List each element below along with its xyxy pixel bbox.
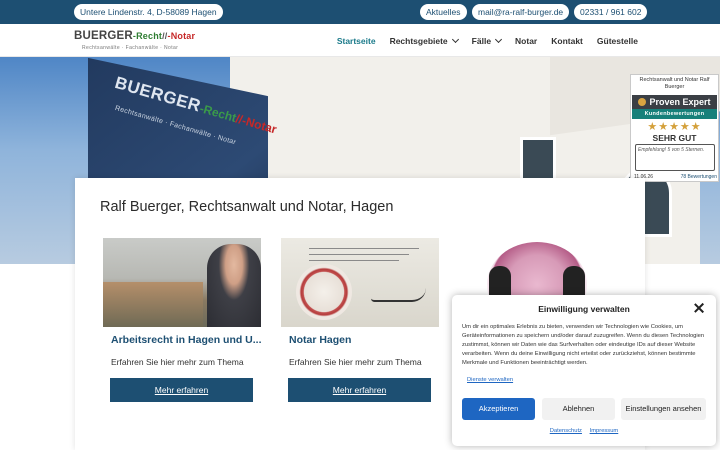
nav-item-faelle[interactable]: Fälle bbox=[472, 35, 503, 46]
address-link[interactable]: Untere Lindenstr. 4, D-58089 Hagen bbox=[74, 4, 223, 20]
chevron-down-icon bbox=[495, 35, 503, 43]
accept-button[interactable]: Akzeptieren bbox=[462, 398, 535, 420]
widget-title: Rechtsanwalt und Notar Ralf Buerger bbox=[639, 77, 710, 90]
more-button[interactable]: Mehr erfahren bbox=[288, 378, 431, 402]
tile-arbeitsrecht: Arbeitsrecht in Hagen und U... Erfahren … bbox=[103, 238, 261, 402]
proven-expert-widget[interactable]: Rechtsanwalt und Notar Ralf Buerger Prov… bbox=[630, 74, 719, 182]
page-title: Ralf Buerger, Rechtsanwalt und Notar, Ha… bbox=[100, 199, 394, 215]
nav-item-notar[interactable]: Notar bbox=[515, 36, 537, 46]
site-header: BUERGER-Recht//-Notar Rechtsanwälte · Fa… bbox=[0, 24, 720, 57]
review-quote: Empfehlung! 5 von 5 Sternen. bbox=[635, 144, 715, 171]
privacy-link[interactable]: Datenschutz bbox=[550, 428, 582, 434]
manage-services-link[interactable]: Dienste verwalten bbox=[467, 377, 513, 383]
nav-item-guetestelle[interactable]: Gütestelle bbox=[597, 36, 638, 46]
nav-item-kontakt[interactable]: Kontakt bbox=[551, 36, 583, 46]
star-rating-icon: ★★★★★ bbox=[647, 121, 702, 133]
rating-grade: SEHR GUT bbox=[652, 133, 697, 143]
review-count-link[interactable]: 78 Bewertungen bbox=[681, 174, 717, 180]
deny-button[interactable]: Ablehnen bbox=[542, 398, 615, 420]
dialog-text: Um dir ein optimales Erlebnis zu bieten,… bbox=[462, 324, 705, 366]
proven-expert-logo-icon bbox=[638, 98, 647, 106]
tile-text: Erfahren Sie hier mehr zum Thema bbox=[111, 357, 244, 367]
notary-seal-icon bbox=[296, 264, 352, 320]
more-button[interactable]: Mehr erfahren bbox=[110, 378, 253, 402]
widget-subtitle: Kundenbewertungen bbox=[632, 109, 717, 119]
nav-item-startseite[interactable]: Startseite bbox=[337, 36, 376, 46]
tile-heading[interactable]: Arbeitsrecht in Hagen und U... bbox=[103, 333, 261, 347]
logo-wordmark: BUERGER-Recht//-Notar bbox=[74, 30, 196, 42]
widget-brand: Proven Expert bbox=[632, 95, 717, 109]
dialog-footer: Datenschutz Impressum bbox=[452, 428, 716, 434]
tile-text: Erfahren Sie hier mehr zum Thema bbox=[289, 357, 422, 367]
phone-link[interactable]: 02331 / 961 602 bbox=[574, 4, 648, 20]
news-link[interactable]: Aktuelles bbox=[420, 4, 467, 20]
email-link[interactable]: mail@ra-ralf-burger.de bbox=[472, 4, 570, 20]
site-logo[interactable]: BUERGER-Recht//-Notar Rechtsanwälte · Fa… bbox=[74, 30, 196, 52]
tile-heading[interactable]: Notar Hagen bbox=[281, 333, 439, 347]
top-bar: Untere Lindenstr. 4, D-58089 Hagen Aktue… bbox=[0, 0, 720, 24]
dialog-title: Einwilligung verwalten bbox=[538, 304, 630, 314]
nav-item-rechtsgebiete[interactable]: Rechtsgebiete bbox=[390, 35, 459, 46]
notar-image[interactable] bbox=[281, 238, 439, 327]
arbeitsrecht-image[interactable] bbox=[103, 238, 261, 327]
imprint-link[interactable]: Impressum bbox=[590, 428, 619, 434]
widget-footer: 11.06.26 78 Bewertungen bbox=[634, 174, 717, 180]
cookie-consent-dialog: Einwilligung verwalten Um dir ein optima… bbox=[452, 295, 716, 446]
logo-tagline: Rechtsanwälte · Fachanwälte · Notar bbox=[82, 45, 179, 51]
view-preferences-button[interactable]: Einstellungen ansehen bbox=[621, 398, 706, 420]
close-icon[interactable] bbox=[694, 303, 704, 313]
main-nav: Startseite Rechtsgebiete Fälle Notar Kon… bbox=[337, 24, 638, 57]
tile-notar: Notar Hagen Erfahren Sie hier mehr zum T… bbox=[281, 238, 439, 402]
chevron-down-icon bbox=[451, 35, 459, 43]
